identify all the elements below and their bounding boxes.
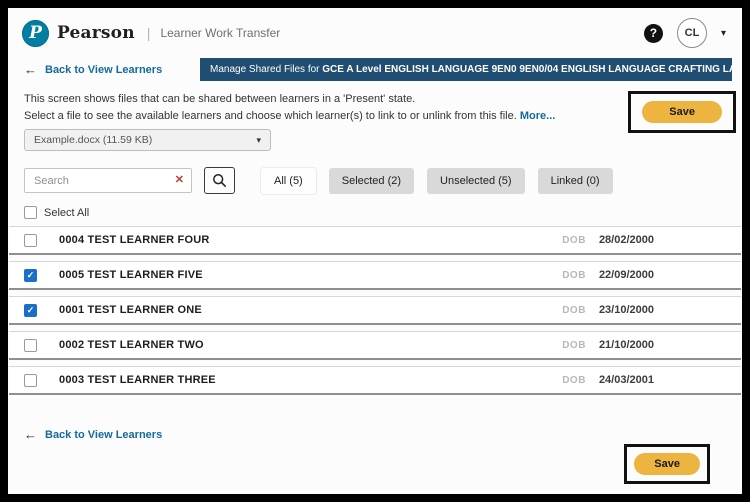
learner-checkbox[interactable]: ✓ (24, 374, 37, 387)
learner-row[interactable]: ✓ 0005 TEST LEARNER FIVE DOB 22/09/2000 (9, 261, 741, 290)
description-row: This screen shows files that can be shar… (8, 81, 742, 133)
description: This screen shows files that can be shar… (24, 91, 555, 125)
app-header: P Pearson | Learner Work Transfer ? CL ▾ (8, 8, 742, 54)
app-window: P Pearson | Learner Work Transfer ? CL ▾… (8, 8, 742, 494)
dob-label: DOB (562, 305, 586, 316)
learner-checkbox[interactable]: ✓ (24, 269, 37, 282)
logo-letter: P (29, 23, 42, 43)
brand-name: Pearson (57, 23, 135, 43)
search-button[interactable] (204, 167, 235, 194)
bottom-row: ← Back to View Learners (8, 423, 742, 442)
learner-row[interactable]: ✓ 0001 TEST LEARNER ONE DOB 23/10/2000 (9, 296, 741, 325)
select-all-checkbox[interactable]: ✓ (24, 206, 37, 219)
select-all-label: Select All (44, 207, 89, 219)
back-link-label: Back to View Learners (45, 429, 162, 441)
page-title-banner: Manage Shared Files for GCE A Level ENGL… (200, 58, 732, 81)
search-icon (212, 173, 227, 188)
filter-linked[interactable]: Linked (0) (538, 168, 613, 194)
dob-label: DOB (562, 340, 586, 351)
banner-prefix: Manage Shared Files for (210, 64, 322, 75)
brand: P Pearson | Learner Work Transfer (22, 20, 280, 47)
learner-checkbox[interactable]: ✓ (24, 304, 37, 317)
dob-value: 22/09/2000 (599, 269, 654, 281)
filter-all[interactable]: All (5) (261, 168, 316, 194)
learner-row[interactable]: ✓ 0002 TEST LEARNER TWO DOB 21/10/2000 (9, 331, 741, 360)
filter-group: All (5) Selected (2) Unselected (5) Link… (261, 168, 613, 194)
dob-label: DOB (562, 375, 586, 386)
search-input[interactable] (24, 168, 192, 193)
help-icon[interactable]: ? (644, 24, 663, 43)
dob-label: DOB (562, 235, 586, 246)
learner-name: 0003 TEST LEARNER THREE (59, 374, 216, 386)
app-title: Learner Work Transfer (160, 26, 280, 40)
learner-row[interactable]: ✓ 0004 TEST LEARNER FOUR DOB 28/02/2000 (9, 226, 741, 255)
dob-value: 24/03/2001 (599, 374, 654, 386)
more-link[interactable]: More... (520, 110, 555, 122)
file-select-value: Example.docx (11.59 KB) (34, 134, 152, 146)
learner-list: ✓ 0004 TEST LEARNER FOUR DOB 28/02/2000 ✓… (8, 226, 742, 395)
back-arrow-icon: ← (24, 427, 37, 442)
search-row: ✕ All (5) Selected (2) Unselected (5) Li… (8, 167, 742, 194)
dob-label: DOB (562, 270, 586, 281)
breadcrumb-row: ← Back to View Learners Manage Shared Fi… (8, 54, 742, 81)
search-input-wrap: ✕ (24, 168, 192, 193)
save-button-bottom[interactable]: Save (634, 453, 700, 475)
dob-value: 23/10/2000 (599, 304, 654, 316)
description-line2: Select a file to see the available learn… (24, 110, 517, 122)
back-to-view-learners-link-top[interactable]: ← Back to View Learners (24, 62, 162, 77)
back-to-view-learners-link-bottom[interactable]: ← Back to View Learners (24, 427, 162, 442)
clear-search-icon[interactable]: ✕ (175, 173, 184, 186)
filter-selected[interactable]: Selected (2) (329, 168, 414, 194)
learner-name: 0005 TEST LEARNER FIVE (59, 269, 203, 281)
dob-value: 21/10/2000 (599, 339, 654, 351)
learner-checkbox[interactable]: ✓ (24, 234, 37, 247)
save-highlight-bottom: Save (624, 444, 710, 484)
back-link-label: Back to View Learners (45, 64, 162, 76)
learner-checkbox[interactable]: ✓ (24, 339, 37, 352)
check-icon: ✓ (27, 306, 35, 315)
learner-name: 0001 TEST LEARNER ONE (59, 304, 202, 316)
avatar[interactable]: CL (677, 18, 707, 48)
chevron-down-icon[interactable]: ▾ (721, 28, 726, 39)
save-button-top[interactable]: Save (642, 101, 722, 123)
banner-qualification: GCE A Level ENGLISH LANGUAGE 9EN0 9EN0/0… (322, 64, 732, 75)
check-icon: ✓ (27, 271, 35, 280)
header-actions: ? CL ▾ (644, 18, 726, 48)
learner-row[interactable]: ✓ 0003 TEST LEARNER THREE DOB 24/03/2001 (9, 366, 741, 395)
save-highlight-top: Save (628, 91, 736, 133)
select-caret-icon: ▾ (256, 135, 261, 146)
learner-name: 0004 TEST LEARNER FOUR (59, 234, 209, 246)
filter-unselected[interactable]: Unselected (5) (427, 168, 525, 194)
brand-divider: | (147, 25, 151, 41)
description-line1: This screen shows files that can be shar… (24, 91, 555, 108)
learner-name: 0002 TEST LEARNER TWO (59, 339, 204, 351)
file-select[interactable]: Example.docx (11.59 KB) ▾ (24, 129, 271, 151)
dob-value: 28/02/2000 (599, 234, 654, 246)
back-arrow-icon: ← (24, 62, 37, 77)
select-all-row: ✓ Select All (8, 206, 742, 219)
pearson-logo-icon: P (22, 20, 49, 47)
bottom-save-row: Save (8, 444, 742, 484)
